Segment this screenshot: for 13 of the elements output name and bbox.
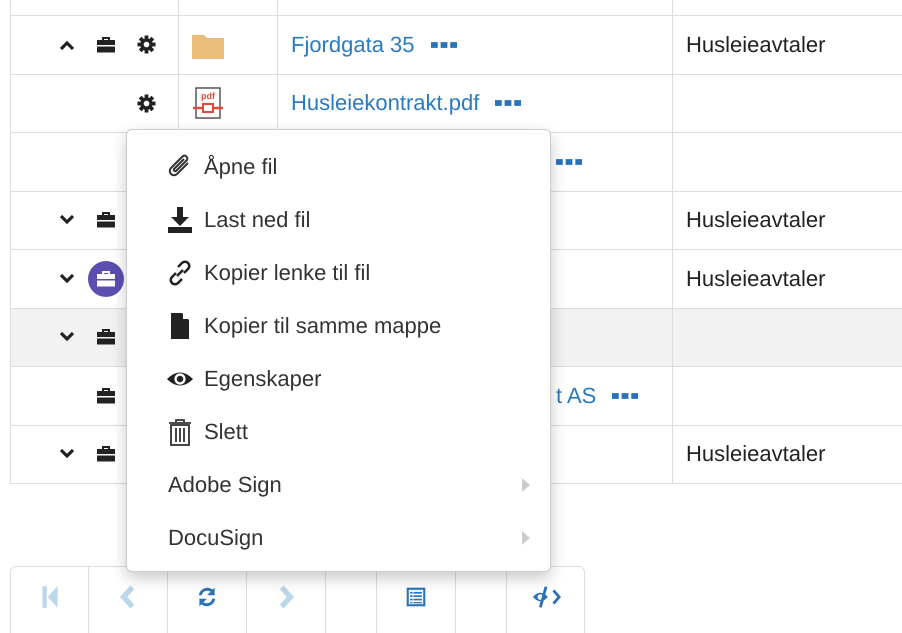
menu-item-label: Adobe Sign [167,472,283,498]
menu-item-label: DocuSign [167,524,264,550]
menu-item-label: Egenskaper [204,366,322,392]
category-cell: Husleieavtaler [686,207,826,234]
category-cell: Husleieavtaler [686,32,826,58]
pdf-file-icon: pdf [193,87,223,120]
menu-item-label: Last ned fil [204,206,312,232]
menu-item-label: Kopier lenke til fil [204,260,372,286]
menu-item-label: Slett [204,418,250,444]
menu-item-label: Åpne fil [204,154,278,180]
menu-item-label: Kopier til samme mappe [204,312,442,338]
category-cell: Husleieavtaler [686,266,826,292]
category-cell: Husleieavtaler [686,441,826,468]
